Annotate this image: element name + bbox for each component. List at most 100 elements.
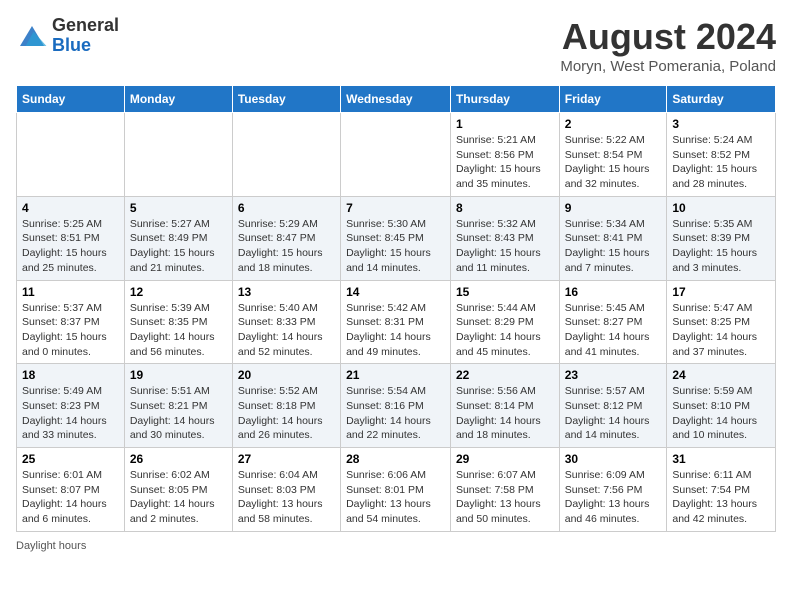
day-info: Sunrise: 5:27 AMSunset: 8:49 PMDaylight:… — [130, 217, 227, 276]
calendar-day-cell: 29 Sunrise: 6:07 AMSunset: 7:58 PMDayligh… — [450, 448, 559, 532]
day-info: Sunrise: 5:32 AMSunset: 8:43 PMDaylight:… — [456, 217, 554, 276]
day-number: 30 — [565, 452, 662, 466]
day-number: 6 — [238, 201, 335, 215]
calendar-day-cell: 23 Sunrise: 5:57 AMSunset: 8:12 PMDayligh… — [559, 364, 667, 448]
calendar-day-cell — [17, 113, 125, 197]
calendar-day-cell: 14 Sunrise: 5:42 AMSunset: 8:31 PMDayligh… — [341, 280, 451, 364]
day-number: 11 — [22, 285, 119, 299]
day-number: 9 — [565, 201, 662, 215]
calendar-day-cell: 7Sunrise: 5:30 AMSunset: 8:45 PMDaylight… — [341, 196, 451, 280]
day-number: 25 — [22, 452, 119, 466]
day-number: 10 — [672, 201, 770, 215]
day-info: Sunrise: 5:56 AMSunset: 8:14 PMDaylight:… — [456, 384, 554, 443]
calendar-day-header: Wednesday — [341, 86, 451, 113]
calendar-day-cell — [124, 113, 232, 197]
day-info: Sunrise: 6:11 AMSunset: 7:54 PMDaylight:… — [672, 468, 770, 527]
calendar-day-cell — [232, 113, 340, 197]
day-number: 17 — [672, 285, 770, 299]
day-number: 14 — [346, 285, 445, 299]
logo-icon — [16, 22, 48, 50]
day-info: Sunrise: 5:49 AMSunset: 8:23 PMDaylight:… — [22, 384, 119, 443]
day-info: Sunrise: 5:54 AMSunset: 8:16 PMDaylight:… — [346, 384, 445, 443]
day-number: 19 — [130, 368, 227, 382]
calendar-day-cell: 30Sunrise: 6:09 AMSunset: 7:56 PMDayligh… — [559, 448, 667, 532]
calendar-day-cell: 12Sunrise: 5:39 AMSunset: 8:35 PMDayligh… — [124, 280, 232, 364]
day-info: Sunrise: 6:01 AMSunset: 8:07 PMDaylight:… — [22, 468, 119, 527]
calendar-day-header: Saturday — [667, 86, 776, 113]
calendar-day-cell: 3Sunrise: 5:24 AMSunset: 8:52 PMDaylight… — [667, 113, 776, 197]
day-number: 13 — [238, 285, 335, 299]
calendar-day-cell: 11Sunrise: 5:37 AMSunset: 8:37 PMDayligh… — [17, 280, 125, 364]
day-info: Sunrise: 5:29 AMSunset: 8:47 PMDaylight:… — [238, 217, 335, 276]
day-number: 2 — [565, 117, 662, 131]
day-number: 24 — [672, 368, 770, 382]
day-number: 22 — [456, 368, 554, 382]
day-info: Sunrise: 6:07 AMSunset: 7:58 PMDaylight:… — [456, 468, 554, 527]
calendar-day-cell: 10 Sunrise: 5:35 AMSunset: 8:39 PMDayligh… — [667, 196, 776, 280]
calendar-day-cell: 8 Sunrise: 5:32 AMSunset: 8:43 PMDaylight… — [450, 196, 559, 280]
calendar-day-cell: 18 Sunrise: 5:49 AMSunset: 8:23 PMDayligh… — [17, 364, 125, 448]
day-number: 18 — [22, 368, 119, 382]
day-number: 4 — [22, 201, 119, 215]
day-number: 21 — [346, 368, 445, 382]
page-header: General Blue August 2024 Moryn, West Pom… — [16, 16, 776, 75]
title-block: August 2024 Moryn, West Pomerania, Polan… — [560, 16, 776, 75]
day-number: 27 — [238, 452, 335, 466]
day-info: Sunrise: 5:34 AMSunset: 8:41 PMDaylight:… — [565, 217, 662, 276]
day-info: Sunrise: 5:51 AMSunset: 8:21 PMDaylight:… — [130, 384, 227, 443]
day-number: 26 — [130, 452, 227, 466]
footer-note: Daylight hours — [16, 540, 776, 552]
calendar-day-cell — [341, 113, 451, 197]
day-number: 16 — [565, 285, 662, 299]
day-number: 29 — [456, 452, 554, 466]
calendar-header-row: SundayMondayTuesdayWednesdayThursdayFrid… — [17, 86, 776, 113]
day-number: 1 — [456, 117, 554, 131]
calendar-day-cell: 22 Sunrise: 5:56 AMSunset: 8:14 PMDayligh… — [450, 364, 559, 448]
day-number: 3 — [672, 117, 770, 131]
calendar-day-cell: 25 Sunrise: 6:01 AMSunset: 8:07 PMDayligh… — [17, 448, 125, 532]
month-year-title: August 2024 — [560, 16, 776, 58]
day-info: Sunrise: 5:21 AMSunset: 8:56 PMDaylight:… — [456, 133, 554, 192]
calendar-day-cell: 21 Sunrise: 5:54 AMSunset: 8:16 PMDayligh… — [341, 364, 451, 448]
day-info: Sunrise: 5:42 AMSunset: 8:31 PMDaylight:… — [346, 301, 445, 360]
calendar-week-row: 25 Sunrise: 6:01 AMSunset: 8:07 PMDayligh… — [17, 448, 776, 532]
location-subtitle: Moryn, West Pomerania, Poland — [560, 58, 776, 75]
daylight-hours-label: Daylight hours — [16, 540, 86, 552]
day-number: 28 — [346, 452, 445, 466]
day-number: 31 — [672, 452, 770, 466]
calendar-week-row: 18 Sunrise: 5:49 AMSunset: 8:23 PMDayligh… — [17, 364, 776, 448]
day-number: 23 — [565, 368, 662, 382]
calendar-day-header: Friday — [559, 86, 667, 113]
day-info: Sunrise: 5:22 AMSunset: 8:54 PMDaylight:… — [565, 133, 662, 192]
calendar-day-cell: 9 Sunrise: 5:34 AMSunset: 8:41 PMDaylight… — [559, 196, 667, 280]
calendar-day-cell: 19 Sunrise: 5:51 AMSunset: 8:21 PMDayligh… — [124, 364, 232, 448]
calendar-day-cell: 5Sunrise: 5:27 AMSunset: 8:49 PMDaylight… — [124, 196, 232, 280]
calendar-day-header: Sunday — [17, 86, 125, 113]
calendar-week-row: 11Sunrise: 5:37 AMSunset: 8:37 PMDayligh… — [17, 280, 776, 364]
day-info: Sunrise: 6:06 AMSunset: 8:01 PMDaylight:… — [346, 468, 445, 527]
day-info: Sunrise: 5:57 AMSunset: 8:12 PMDaylight:… — [565, 384, 662, 443]
calendar-day-cell: 1 Sunrise: 5:21 AMSunset: 8:56 PMDaylight… — [450, 113, 559, 197]
day-info: Sunrise: 5:35 AMSunset: 8:39 PMDaylight:… — [672, 217, 770, 276]
day-number: 7 — [346, 201, 445, 215]
logo: General Blue — [16, 16, 119, 56]
calendar-day-header: Monday — [124, 86, 232, 113]
calendar-day-cell: 31 Sunrise: 6:11 AMSunset: 7:54 PMDayligh… — [667, 448, 776, 532]
calendar-week-row: 4 Sunrise: 5:25 AMSunset: 8:51 PMDaylight… — [17, 196, 776, 280]
calendar-day-cell: 6 Sunrise: 5:29 AMSunset: 8:47 PMDaylight… — [232, 196, 340, 280]
day-info: Sunrise: 5:52 AMSunset: 8:18 PMDaylight:… — [238, 384, 335, 443]
calendar-day-cell: 13 Sunrise: 5:40 AMSunset: 8:33 PMDayligh… — [232, 280, 340, 364]
day-number: 8 — [456, 201, 554, 215]
calendar-day-cell: 2 Sunrise: 5:22 AMSunset: 8:54 PMDaylight… — [559, 113, 667, 197]
day-info: Sunrise: 5:45 AMSunset: 8:27 PMDaylight:… — [565, 301, 662, 360]
day-info: Sunrise: 6:02 AMSunset: 8:05 PMDaylight:… — [130, 468, 227, 527]
calendar-day-cell: 27 Sunrise: 6:04 AMSunset: 8:03 PMDayligh… — [232, 448, 340, 532]
day-info: Sunrise: 5:40 AMSunset: 8:33 PMDaylight:… — [238, 301, 335, 360]
day-info: Sunrise: 5:39 AMSunset: 8:35 PMDaylight:… — [130, 301, 227, 360]
calendar-day-cell: 17Sunrise: 5:47 AMSunset: 8:25 PMDayligh… — [667, 280, 776, 364]
day-info: Sunrise: 6:04 AMSunset: 8:03 PMDaylight:… — [238, 468, 335, 527]
day-number: 20 — [238, 368, 335, 382]
logo-blue: Blue — [52, 35, 91, 55]
day-info: Sunrise: 5:25 AMSunset: 8:51 PMDaylight:… — [22, 217, 119, 276]
day-info: Sunrise: 5:44 AMSunset: 8:29 PMDaylight:… — [456, 301, 554, 360]
